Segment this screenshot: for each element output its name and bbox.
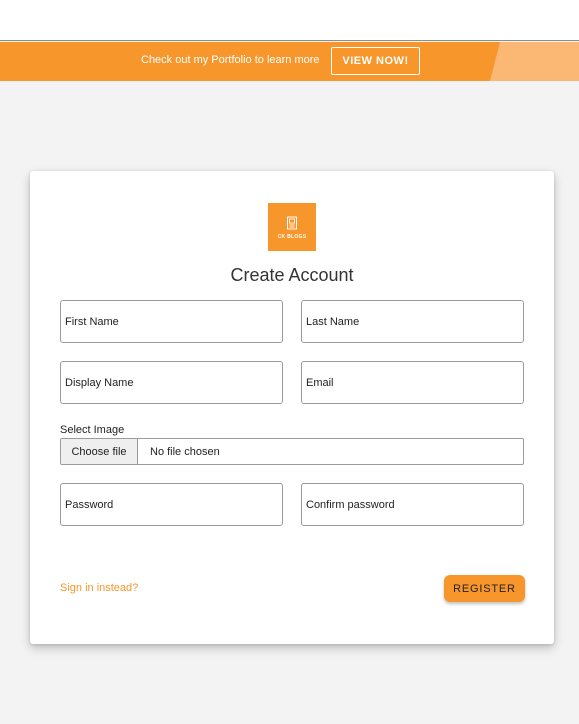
confirm-password-label: Confirm password bbox=[306, 498, 395, 511]
page-title: Create Account bbox=[230, 265, 354, 285]
top-white-bar bbox=[0, 0, 579, 41]
display-name-label: Display Name bbox=[65, 376, 134, 389]
promo-text: Check out my Portfolio to learn more bbox=[141, 54, 320, 66]
register-button[interactable]: REGISTER bbox=[444, 575, 525, 602]
sign-in-link[interactable]: Sign in instead? bbox=[60, 582, 138, 594]
image-file-input[interactable]: Choose file No file chosen bbox=[60, 438, 524, 465]
document-icon bbox=[287, 216, 297, 230]
view-now-button[interactable]: VIEW NOW! bbox=[331, 47, 420, 75]
email-label: Email bbox=[306, 376, 334, 389]
email-field[interactable]: Email bbox=[301, 361, 524, 404]
confirm-password-field[interactable]: Confirm password bbox=[301, 483, 524, 526]
logo-text: CK BLOGS bbox=[277, 234, 307, 240]
last-name-label: Last Name bbox=[306, 315, 360, 328]
ck-blogs-logo: CK BLOGS bbox=[268, 203, 316, 251]
create-account-card: CK BLOGS Create Account First Name Last … bbox=[30, 171, 554, 644]
choose-file-button[interactable]: Choose file bbox=[61, 439, 138, 464]
first-name-field[interactable]: First Name bbox=[60, 300, 283, 343]
display-name-field[interactable]: Display Name bbox=[60, 361, 283, 404]
file-status-text: No file chosen bbox=[150, 445, 220, 458]
last-name-field[interactable]: Last Name bbox=[301, 300, 524, 343]
password-field[interactable]: Password bbox=[60, 483, 283, 526]
password-label: Password bbox=[65, 498, 114, 511]
select-image-label: Select Image bbox=[60, 424, 125, 436]
promo-banner-accent-shape bbox=[490, 42, 579, 81]
promo-banner: Check out my Portfolio to learn more VIE… bbox=[0, 42, 579, 81]
first-name-label: First Name bbox=[65, 315, 119, 328]
